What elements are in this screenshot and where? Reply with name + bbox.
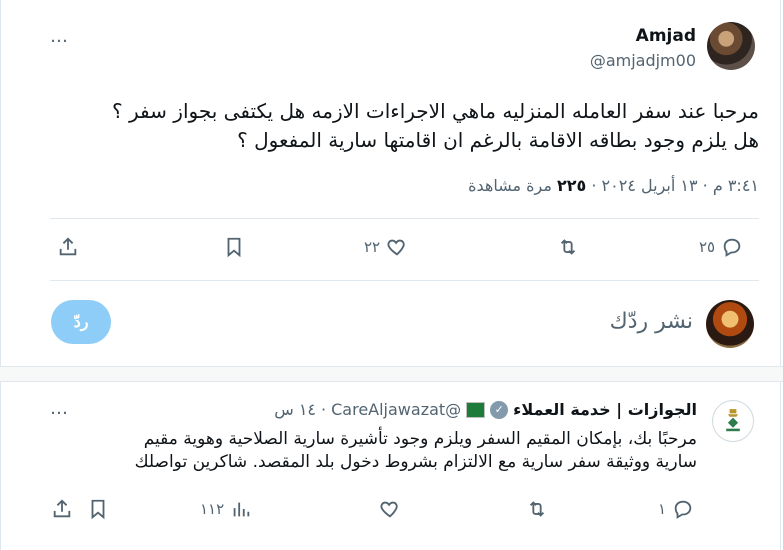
tweet-thread: Amjad @amjadjm00 … مرحبا عند سفر العامله… (0, 0, 783, 550)
views-label: مرة مشاهدة (468, 176, 557, 195)
bookmark-icon (91, 499, 105, 520)
author-name[interactable]: Amjad (636, 26, 696, 46)
reply-reply-button[interactable]: ١ (658, 498, 694, 520)
retweet-icon (529, 501, 545, 517)
author-handle[interactable]: @amjadjm00 (590, 51, 696, 70)
thread-separator (0, 366, 783, 382)
heart-icon (387, 239, 405, 256)
flag-icon (466, 401, 486, 418)
reply-bookmark-button[interactable] (87, 498, 109, 520)
tweet-text-line-1: مرحبا عند سفر العامله المنزليه ماهي الاج… (112, 99, 759, 123)
like-count: ٢٢ (364, 238, 381, 256)
heart-icon (380, 501, 398, 518)
tweet-timestamp[interactable]: ٣:٤١ م · ١٣ أبريل ٢٠٢٤ · (586, 176, 759, 195)
author-avatar[interactable] (707, 22, 755, 70)
reply-text: مرحبًا بك، بإمكان المقيم السفر ويلزم وجو… (47, 428, 697, 474)
views-icon (233, 502, 250, 517)
reply-icon (674, 500, 692, 519)
reply-views-button[interactable]: ١١٢ (200, 498, 252, 520)
more-options-icon[interactable]: … (50, 26, 69, 47)
verified-badge-icon: ✓ (490, 400, 509, 419)
reply-text-line-1: مرحبًا بك، بإمكان المقيم السفر ويلزم وجو… (143, 429, 697, 449)
divider-bottom (50, 280, 759, 281)
right-border (780, 0, 781, 550)
reply-input[interactable]: نشر ردّك (610, 309, 693, 334)
reply-author-handle[interactable]: @CareAljawazat (331, 400, 461, 419)
bookmark-button[interactable] (223, 236, 245, 258)
divider-top (50, 218, 759, 219)
reply-share-button[interactable] (51, 498, 73, 520)
post-reply-button[interactable]: ردّ (51, 300, 111, 344)
jawazat-avatar[interactable] (712, 400, 754, 442)
tweet-text: مرحبا عند سفر العامله المنزليه ماهي الاج… (39, 97, 759, 155)
views-count: ٢٢٥ (556, 176, 587, 195)
tweet-text-line-2: هل يلزم وجود بطاقه الاقامة بالرغم ان اقا… (237, 128, 759, 152)
reply-button[interactable]: ٢٥ (699, 236, 743, 258)
reply-retweet-button[interactable] (526, 498, 548, 520)
reply-dot: · (321, 400, 327, 419)
reply-more-options-icon[interactable]: … (50, 398, 69, 419)
share-button[interactable] (57, 236, 79, 258)
reply-reply-count: ١ (658, 500, 667, 518)
reply-count: ٢٥ (699, 238, 716, 256)
share-icon (53, 499, 71, 518)
share-icon (59, 237, 77, 256)
reply-author-name[interactable]: الجوازات | خدمة العملاء (513, 400, 697, 419)
tweet-meta: ٣:٤١ م · ١٣ أبريل ٢٠٢٤ · ٢٢٥ مرة مشاهدة (468, 176, 759, 195)
reply-like-button[interactable] (379, 498, 401, 520)
retweet-icon (560, 239, 576, 255)
jawazat-logo-icon (726, 409, 740, 432)
like-button[interactable]: ٢٢ (364, 236, 408, 258)
reply-time[interactable]: ١٤ س (274, 400, 316, 419)
user-avatar[interactable] (706, 300, 754, 348)
reply-text-line-2: سارية ووثيقة سفر سارية مع الالتزام بشروط… (134, 452, 697, 472)
left-border (0, 0, 1, 550)
reply-icon (723, 238, 741, 257)
retweet-button[interactable] (557, 236, 579, 258)
reply-views-count: ١١٢ (200, 500, 225, 518)
bookmark-icon (227, 237, 241, 258)
reply-header: الجوازات | خدمة العملاء ✓ @CareAljawazat… (274, 400, 697, 419)
